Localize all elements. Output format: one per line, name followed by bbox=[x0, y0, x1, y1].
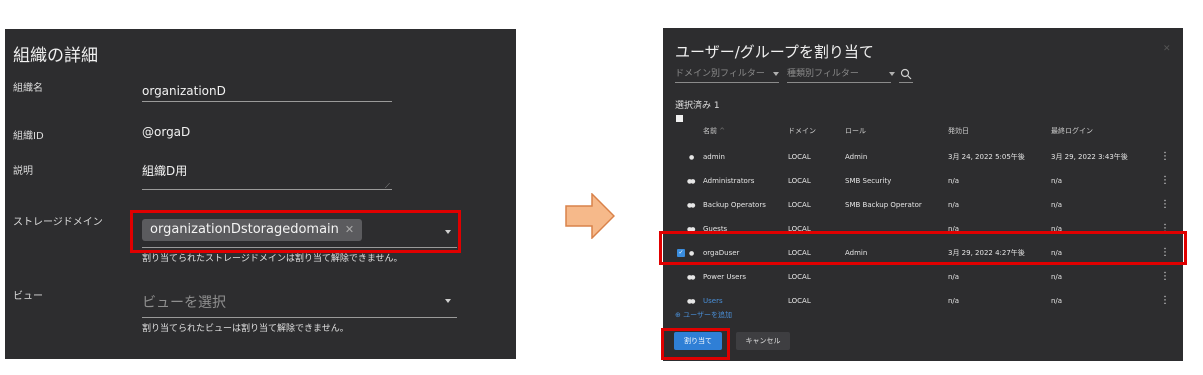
storage-domain-label: ストレージドメイン bbox=[13, 217, 103, 228]
view-select[interactable]: ビューを選択 bbox=[142, 292, 226, 312]
view-label: ビュー bbox=[13, 291, 43, 302]
highlight-storage-domain bbox=[130, 210, 461, 253]
kebab-menu-icon[interactable]: ⋮ bbox=[1160, 169, 1170, 193]
cell-last-login: 3月 29, 2022 3:43午後 bbox=[1051, 153, 1128, 161]
cell-domain: LOCAL bbox=[788, 273, 811, 281]
cell-name: Backup Operators bbox=[703, 201, 766, 209]
close-icon[interactable]: ✕ bbox=[1163, 44, 1171, 54]
column-header-effective-date[interactable]: 発効日 bbox=[948, 126, 969, 136]
description-underline bbox=[142, 189, 392, 190]
cell-name: Power Users bbox=[703, 273, 746, 281]
cell-name: admin bbox=[703, 153, 725, 161]
type-filter-select[interactable]: 種類別フィルター bbox=[787, 66, 895, 83]
cell-role: SMB Security bbox=[845, 177, 892, 185]
org-id-label: 組織ID bbox=[13, 131, 44, 142]
resize-handle-icon[interactable]: ⟋ bbox=[385, 182, 390, 191]
add-circle-icon: ⊕ bbox=[675, 311, 681, 319]
cell-effective-date: n/a bbox=[948, 297, 960, 305]
org-name-field[interactable]: organizationD bbox=[142, 84, 226, 98]
cell-effective-date: 3月 24, 2022 5:05午後 bbox=[948, 153, 1025, 161]
organization-details-panel: 組織の詳細 組織名 organizationD 組織ID @orgaD 説明 組… bbox=[5, 29, 516, 359]
panel-title: 組織の詳細 bbox=[13, 46, 98, 66]
cell-domain: LOCAL bbox=[788, 153, 811, 161]
dialog-title: ユーザー/グループを割り当て bbox=[675, 43, 874, 61]
kebab-menu-icon[interactable]: ⋮ bbox=[1160, 265, 1170, 289]
domain-filter-placeholder: ドメイン別フィルター bbox=[675, 69, 765, 79]
cell-effective-date: n/a bbox=[948, 201, 960, 209]
column-header-domain[interactable]: ドメイン bbox=[788, 126, 816, 136]
cell-role: SMB Backup Operator bbox=[845, 201, 922, 209]
view-dropdown-icon[interactable] bbox=[445, 299, 451, 303]
description-label: 説明 bbox=[13, 166, 33, 177]
add-user-link-label: ユーザーを追加 bbox=[683, 311, 732, 319]
table-row[interactable]: ●● Power Users LOCAL n/a n/a ⋮ bbox=[663, 265, 1183, 289]
search-icon bbox=[900, 68, 912, 80]
select-all-checkbox[interactable] bbox=[676, 115, 683, 122]
org-name-underline bbox=[142, 101, 392, 102]
selected-count: 選択済み 1 bbox=[675, 101, 720, 111]
cell-domain: LOCAL bbox=[788, 201, 811, 209]
group-icon: ●● bbox=[687, 274, 696, 281]
cell-last-login: n/a bbox=[1051, 201, 1063, 209]
kebab-menu-icon[interactable]: ⋮ bbox=[1160, 193, 1170, 217]
cell-effective-date: n/a bbox=[948, 177, 960, 185]
cell-last-login: n/a bbox=[1051, 273, 1063, 281]
column-header-last-login[interactable]: 最終ログイン bbox=[1051, 126, 1093, 136]
kebab-menu-icon[interactable]: ⋮ bbox=[1160, 145, 1170, 169]
assign-users-groups-dialog: ユーザー/グループを割り当て ✕ ドメイン別フィルター 種類別フィルター 選択済… bbox=[659, 28, 1187, 361]
kebab-menu-icon[interactable]: ⋮ bbox=[1160, 289, 1170, 313]
highlight-assign-button bbox=[661, 328, 730, 360]
cell-name: Administrators bbox=[703, 177, 755, 185]
column-header-role[interactable]: ロール bbox=[845, 126, 866, 136]
group-icon: ●● bbox=[687, 298, 696, 305]
chevron-down-icon bbox=[888, 71, 895, 76]
group-icon: ●● bbox=[687, 178, 696, 185]
cancel-button[interactable]: キャンセル bbox=[736, 332, 790, 350]
table-row[interactable]: ●● Backup Operators LOCAL SMB Backup Operat… bbox=[663, 193, 1183, 217]
cell-domain: LOCAL bbox=[788, 297, 811, 305]
column-header-name[interactable]: 名前 ^ bbox=[703, 126, 725, 136]
group-icon: ●● bbox=[687, 202, 696, 209]
flow-arrow-icon bbox=[565, 193, 615, 239]
cell-domain: LOCAL bbox=[788, 177, 811, 185]
search-button[interactable] bbox=[899, 66, 913, 83]
cell-last-login: n/a bbox=[1051, 297, 1063, 305]
domain-filter-select[interactable]: ドメイン別フィルター bbox=[675, 66, 779, 83]
sort-icon: ^ bbox=[719, 127, 726, 135]
highlight-orgaduser-row bbox=[659, 231, 1187, 265]
table-row[interactable]: ● admin LOCAL Admin 3月 24, 2022 5:05午後 3月 29,… bbox=[663, 145, 1183, 169]
user-icon: ● bbox=[689, 154, 695, 161]
table-row[interactable]: ●● Users LOCAL n/a n/a ⋮ bbox=[663, 289, 1183, 313]
org-name-label: 組織名 bbox=[13, 83, 43, 94]
description-field[interactable]: 組織D用 bbox=[142, 162, 187, 179]
cell-role: Admin bbox=[845, 153, 868, 161]
view-hint: 割り当てられたビューは割り当て解除できません。 bbox=[142, 324, 349, 334]
view-underline bbox=[142, 317, 457, 318]
cell-effective-date: n/a bbox=[948, 273, 960, 281]
chevron-down-icon bbox=[772, 71, 779, 76]
org-id-value: @orgaD bbox=[142, 125, 191, 139]
type-filter-placeholder: 種類別フィルター bbox=[787, 69, 859, 79]
add-user-link[interactable]: ⊕ ユーザーを追加 bbox=[675, 310, 732, 320]
cell-last-login: n/a bbox=[1051, 177, 1063, 185]
table-row[interactable]: ●● Administrators LOCAL SMB Security n/a n/a ⋮ bbox=[663, 169, 1183, 193]
